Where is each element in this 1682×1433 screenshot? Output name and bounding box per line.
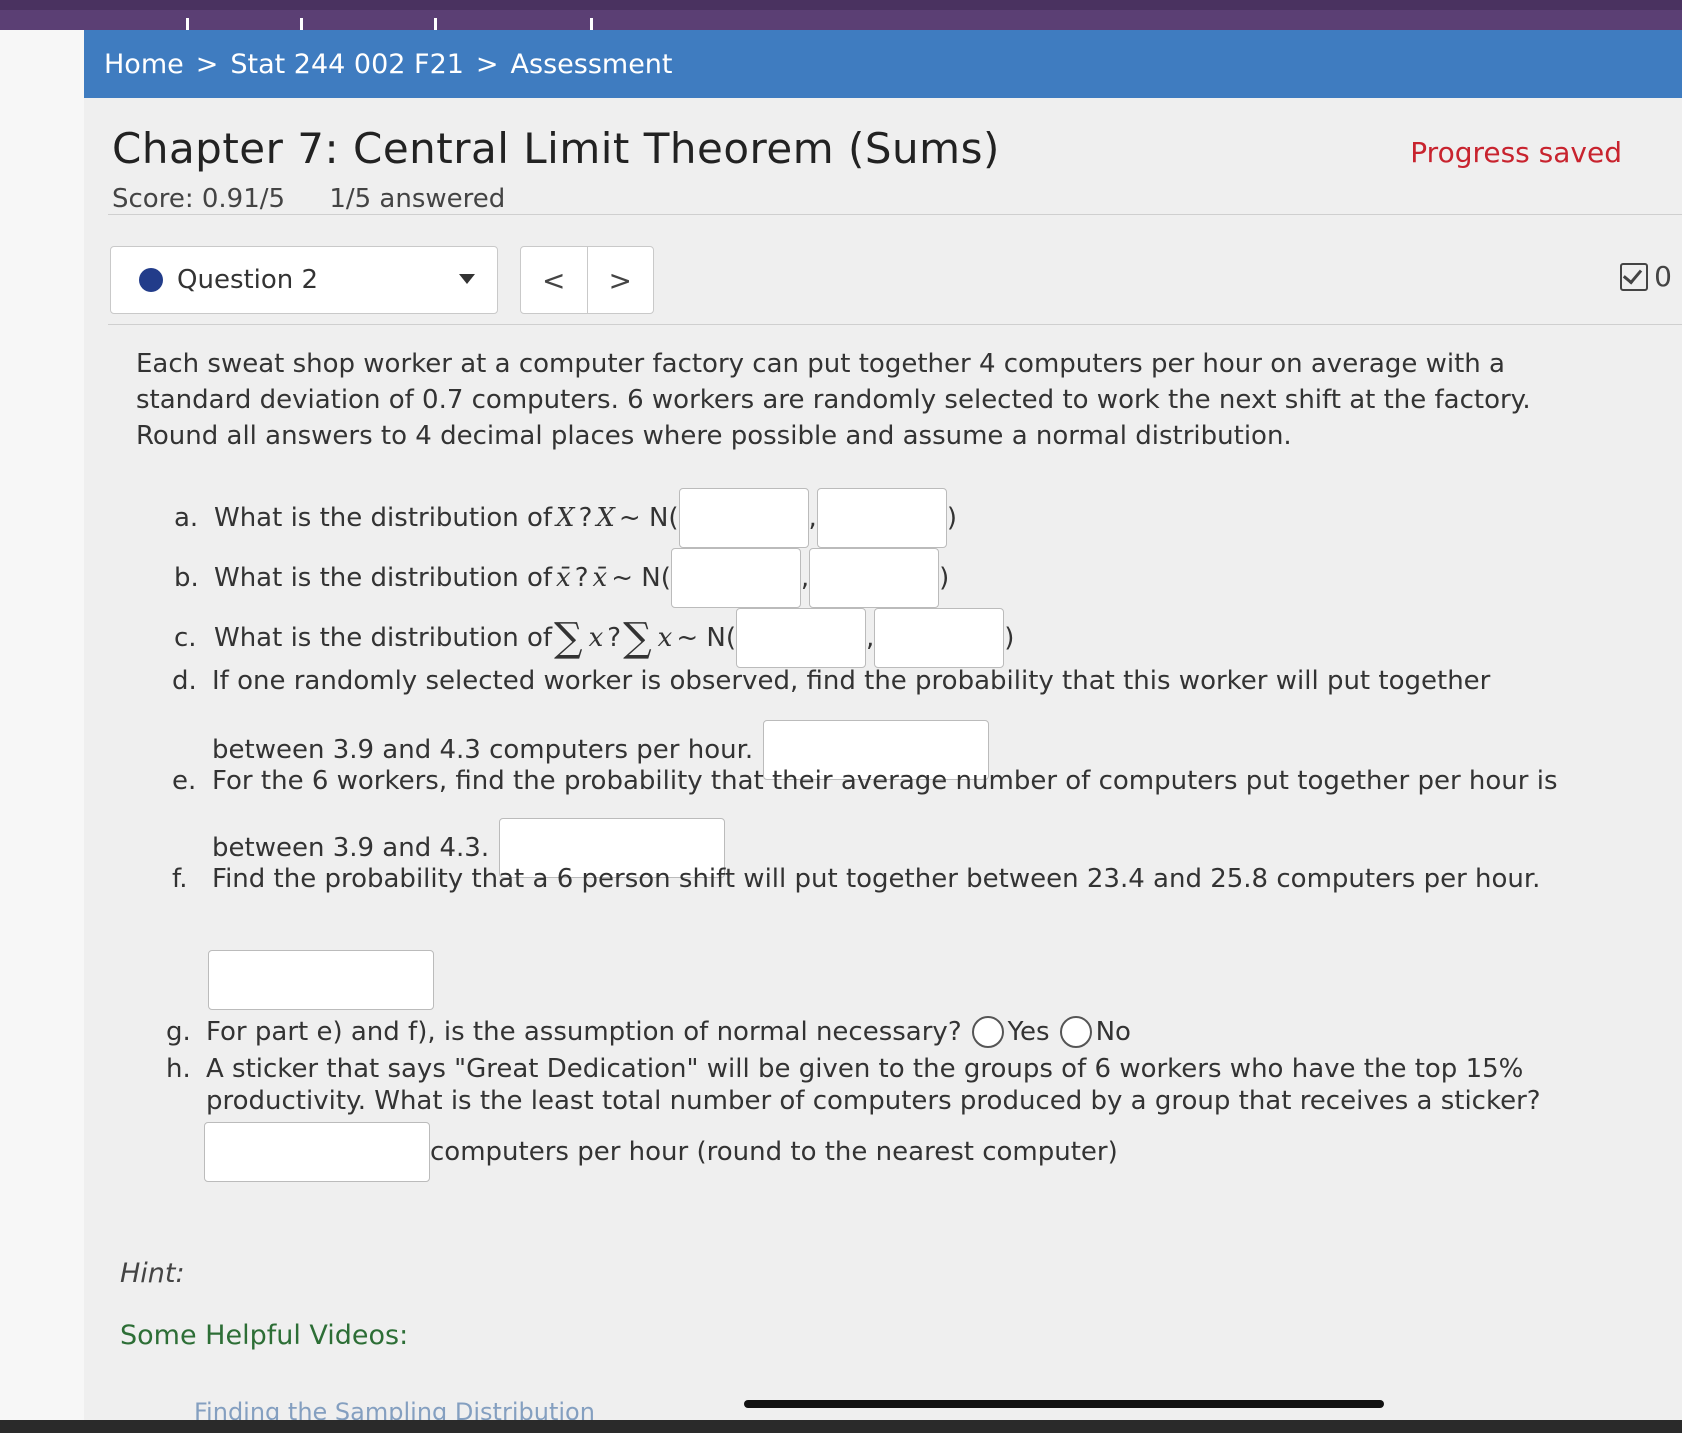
part-text: For the 6 workers, find the probability … bbox=[212, 766, 1558, 796]
breadcrumb: Home > Stat 244 002 F21 > Assessment bbox=[104, 49, 673, 80]
part-h-answer-row: computers per hour (round to the nearest… bbox=[204, 1122, 1118, 1182]
answer-a-sd-input[interactable] bbox=[816, 488, 947, 548]
part-text: If one randomly selected worker is obser… bbox=[212, 666, 1491, 696]
close-paren: ) bbox=[1004, 623, 1015, 653]
part-d: d. If one randomly selected worker is ob… bbox=[172, 666, 1490, 696]
answer-f-input[interactable] bbox=[208, 950, 434, 1010]
part-letter: a. bbox=[174, 503, 199, 533]
part-text: between 3.9 and 4.3 computers per hour. bbox=[212, 735, 754, 765]
answer-h-input[interactable] bbox=[204, 1122, 430, 1182]
answer-c-sd-input[interactable] bbox=[874, 608, 1005, 668]
sigma-symbol: ∑ bbox=[623, 615, 652, 661]
question-intro: Each sweat shop worker at a computer fac… bbox=[136, 349, 1531, 451]
part-letter: h. bbox=[166, 1054, 191, 1084]
part-text: productivity. What is the least total nu… bbox=[206, 1086, 1541, 1116]
radio-no-label[interactable]: No bbox=[1096, 1017, 1131, 1047]
part-letter: f. bbox=[172, 864, 188, 894]
distribution-prefix: ~ N( bbox=[611, 563, 671, 593]
helpful-videos-heading: Some Helpful Videos: bbox=[120, 1320, 409, 1351]
device-home-indicator bbox=[744, 1400, 1384, 1408]
part-letter: e. bbox=[172, 766, 197, 796]
part-h-continued: productivity. What is the least total nu… bbox=[206, 1086, 1541, 1116]
close-paren: ) bbox=[946, 503, 957, 533]
part-f-answer-row bbox=[208, 950, 434, 1010]
part-letter: b. bbox=[174, 563, 199, 593]
radio-yes[interactable] bbox=[971, 1016, 1004, 1048]
part-letter: c. bbox=[174, 623, 197, 653]
math-variable: x̄ bbox=[592, 563, 608, 593]
part-e: e. For the 6 workers, find the probabili… bbox=[172, 766, 1558, 796]
assessment-main: Chapter 7: Central Limit Theorem (Sums) … bbox=[84, 98, 1682, 1433]
tab-strip bbox=[0, 0, 1682, 10]
answered-count: 1/5 answered bbox=[329, 184, 506, 214]
question-mark: ? bbox=[607, 623, 622, 653]
part-letter: d. bbox=[172, 666, 197, 696]
screen-bottom-edge bbox=[0, 1420, 1682, 1433]
checkbox-icon bbox=[1620, 262, 1649, 291]
question-nav-group: < > bbox=[520, 246, 654, 314]
part-text: For part e) and f), is the assumption of… bbox=[206, 1017, 962, 1047]
sigma-symbol: ∑ bbox=[554, 615, 583, 661]
part-text: What is the distribution of bbox=[214, 623, 553, 653]
part-c: c. What is the distribution of ∑ x ? ∑ x… bbox=[174, 608, 1014, 668]
question-mark: ? bbox=[574, 563, 589, 593]
answer-a-mean-input[interactable] bbox=[678, 488, 809, 548]
question-status-dot bbox=[139, 268, 163, 292]
hint-label: Hint: bbox=[120, 1258, 185, 1289]
close-paren: ) bbox=[939, 563, 950, 593]
radio-no[interactable] bbox=[1059, 1016, 1092, 1048]
breadcrumb-home[interactable]: Home bbox=[104, 49, 184, 80]
breadcrumb-bar: Home > Stat 244 002 F21 > Assessment bbox=[84, 30, 1682, 98]
previous-question-button[interactable]: < bbox=[521, 247, 588, 313]
part-h: h. A sticker that says "Great Dedication… bbox=[166, 1054, 1523, 1084]
breadcrumb-separator: > bbox=[195, 48, 219, 80]
checked-count: 0 bbox=[1654, 260, 1672, 293]
math-variable: X bbox=[596, 503, 615, 533]
score-line: Score: 0.91/5 1/5 answered bbox=[112, 184, 541, 214]
math-variable: x bbox=[588, 623, 604, 653]
question-select-label: Question 2 bbox=[177, 265, 319, 295]
page-title: Chapter 7: Central Limit Theorem (Sums) bbox=[112, 124, 1000, 173]
divider bbox=[108, 324, 1682, 325]
math-variable: X bbox=[556, 503, 575, 533]
radio-yes-label[interactable]: Yes bbox=[1008, 1017, 1050, 1047]
checked-questions-indicator[interactable]: 0 bbox=[1620, 260, 1672, 293]
part-letter: g. bbox=[166, 1017, 191, 1047]
part-g: g. For part e) and f), is the assumption… bbox=[166, 1016, 1131, 1048]
part-text: What is the distribution of bbox=[214, 563, 553, 593]
score-value: Score: 0.91/5 bbox=[112, 184, 286, 214]
breadcrumb-separator: > bbox=[475, 48, 499, 80]
answer-b-sd-input[interactable] bbox=[809, 548, 940, 608]
distribution-prefix: ~ N( bbox=[618, 503, 679, 533]
math-variable: x bbox=[657, 623, 673, 653]
progress-status: Progress saved bbox=[1410, 136, 1622, 169]
part-text: What is the distribution of bbox=[214, 503, 553, 533]
part-f: f. Find the probability that a 6 person … bbox=[172, 864, 1540, 894]
part-b: b. What is the distribution of x̄ ? x̄ ~… bbox=[174, 548, 949, 608]
browser-top-bar bbox=[0, 0, 1682, 34]
answer-b-mean-input[interactable] bbox=[670, 548, 801, 608]
breadcrumb-course[interactable]: Stat 244 002 F21 bbox=[230, 49, 464, 80]
distribution-prefix: ~ N( bbox=[676, 623, 736, 653]
question-mark: ? bbox=[578, 503, 593, 533]
part-h-suffix: computers per hour (round to the nearest… bbox=[430, 1137, 1118, 1167]
math-variable: x̄ bbox=[556, 563, 571, 593]
chevron-down-icon bbox=[459, 274, 475, 284]
divider bbox=[108, 214, 1682, 215]
part-text: Find the probability that a 6 person shi… bbox=[212, 864, 1541, 894]
comma: , bbox=[800, 563, 810, 593]
breadcrumb-assessment[interactable]: Assessment bbox=[511, 49, 673, 80]
part-text: A sticker that says "Great Dedication" w… bbox=[206, 1054, 1524, 1084]
answer-c-mean-input[interactable] bbox=[735, 608, 866, 668]
part-text: between 3.9 and 4.3. bbox=[212, 833, 490, 863]
question-select[interactable]: Question 2 bbox=[110, 246, 498, 314]
part-a: a. What is the distribution of X ? X ~ N… bbox=[174, 488, 957, 548]
comma: , bbox=[808, 503, 817, 533]
next-question-button[interactable]: > bbox=[588, 247, 654, 313]
left-sidebar bbox=[0, 30, 85, 1433]
comma: , bbox=[865, 623, 875, 653]
